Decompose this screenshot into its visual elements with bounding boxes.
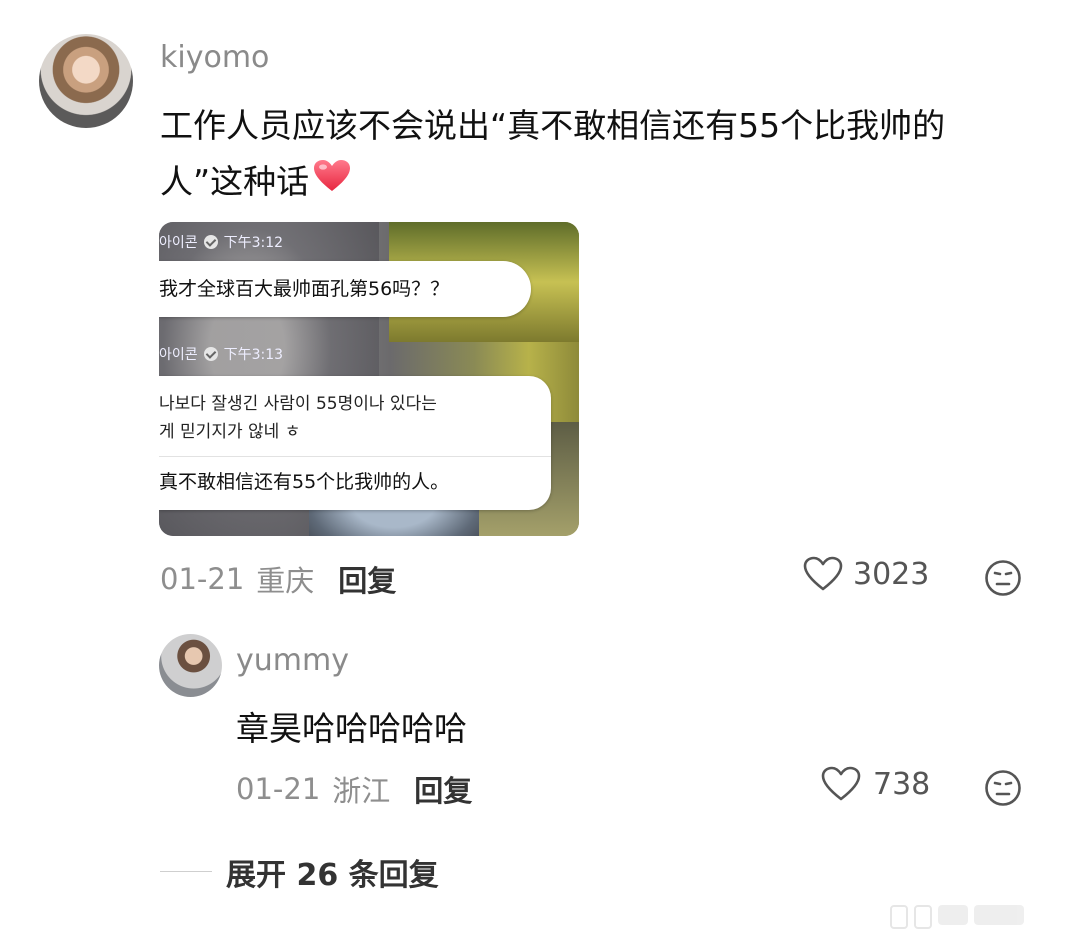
expand-replies-button[interactable]: 展开 26 条回复	[226, 850, 439, 894]
chat-time-2: 下午3:13	[223, 347, 284, 363]
commenter-username[interactable]: kiyomo	[160, 40, 269, 75]
reply-react-button[interactable]	[984, 769, 1022, 807]
verified-icon	[203, 347, 218, 361]
reply-reply-button[interactable]: 回复	[414, 768, 472, 810]
watermark-logo	[890, 905, 1024, 929]
reply-text: 章昊哈哈哈哈哈	[236, 709, 467, 748]
comment-meta: 01-21 重庆 回复	[160, 558, 396, 600]
reply-username[interactable]: yummy	[236, 643, 349, 678]
chat-header-2: 아이콘 下午3:13	[159, 344, 283, 364]
heart-outline-icon	[821, 766, 861, 802]
chat-sender-1: 아이콘	[159, 235, 198, 251]
comment-react-button[interactable]	[984, 559, 1022, 597]
comment-text: 工作人员应该不会说出“真不敢相信还有55个比我帅的 人”这种话	[160, 98, 1040, 210]
chat-bubble-2-translation: 真不敢相信还有55个比我帅的人。	[159, 471, 450, 493]
chat-bubble-2-korean: 나보다 잘생긴 사람이 55명이나 있다는 게 믿기지가 않네 ㅎ	[159, 394, 437, 442]
chat-bubble-2: 나보다 잘생긴 사람이 55명이나 있다는 게 믿기지가 않네 ㅎ 真不敢相信还…	[159, 376, 551, 510]
reply-like-button[interactable]: 738	[821, 766, 930, 802]
expand-divider	[160, 871, 212, 872]
neutral-face-icon	[984, 559, 1022, 597]
reply-like-count: 738	[873, 766, 931, 802]
neutral-face-icon	[984, 769, 1022, 807]
comment-date: 01-21	[160, 562, 245, 596]
comment-reply-button[interactable]: 回复	[338, 558, 396, 600]
heart-emoji-icon	[313, 154, 351, 210]
chat-header-1: 아이콘 下午3:12	[159, 232, 283, 252]
reply-meta: 01-21 浙江 回复	[236, 768, 472, 810]
comment-like-count: 3023	[853, 556, 930, 592]
chat-bubble-1-text: 我才全球百大最帅面孔第56吗？？	[159, 278, 450, 300]
reply-avatar[interactable]	[159, 634, 222, 697]
comment-location: 重庆	[256, 564, 315, 598]
commenter-avatar[interactable]	[39, 34, 133, 128]
chat-time-1: 下午3:12	[223, 235, 284, 251]
chat-sender-2: 아이콘	[159, 347, 198, 363]
comment-image[interactable]: 아이콘 下午3:12 我才全球百大最帅面孔第56吗？？ 아이콘 下午3:13 나…	[159, 222, 579, 536]
reply-date: 01-21	[236, 772, 321, 806]
reply-location: 浙江	[332, 774, 391, 808]
comment-text-line-1: 工作人员应该不会说出“真不敢相信还有55个比我帅的	[160, 106, 946, 145]
comment-text-line-2: 人”这种话	[160, 162, 310, 201]
comment-like-button[interactable]: 3023	[803, 556, 929, 592]
chat-bubble-1: 我才全球百大最帅面孔第56吗？？	[159, 261, 531, 317]
verified-icon	[203, 235, 218, 249]
heart-outline-icon	[803, 556, 843, 592]
